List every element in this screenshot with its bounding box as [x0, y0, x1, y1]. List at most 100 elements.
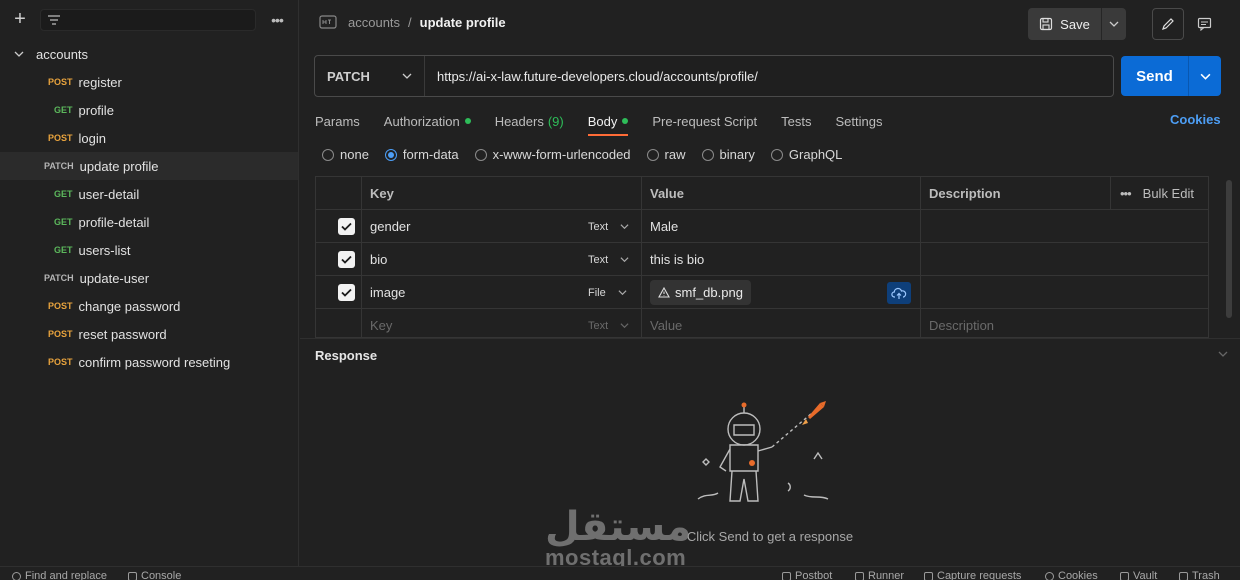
sidebar-item-users-list[interactable]: GET users-list	[0, 236, 298, 264]
radio-binary[interactable]: binary	[701, 147, 755, 162]
send-options-button[interactable]	[1189, 56, 1221, 96]
capture-requests-button[interactable]: Capture requests	[924, 570, 1021, 580]
comment-icon	[1197, 17, 1211, 31]
method-badge: GET	[54, 217, 73, 227]
cookies-link[interactable]: Cookies	[1170, 112, 1221, 127]
request-header: accounts / update profile Save	[300, 0, 1240, 48]
add-icon[interactable]: +	[10, 9, 30, 30]
form-data-table: Key Value Description ••• Bulk Edit gend…	[315, 176, 1209, 338]
row-checkbox[interactable]	[338, 276, 355, 309]
row-checkbox[interactable]	[338, 243, 355, 276]
tab-label: Tests	[781, 113, 812, 129]
save-button-group: Save	[1028, 8, 1126, 40]
radio-form-data[interactable]: form-data	[384, 147, 459, 162]
save-options-button[interactable]	[1102, 8, 1126, 40]
request-name: confirm password reseting	[78, 354, 231, 370]
tab-headers[interactable]: Headers (9)	[495, 108, 564, 134]
watermark-arabic: مستقل	[545, 504, 692, 550]
postbot-button[interactable]: Postbot	[782, 570, 832, 580]
sidebar-item-profile[interactable]: GET profile	[0, 96, 298, 124]
sidebar-item-user-detail[interactable]: GET user-detail	[0, 180, 298, 208]
type-value: File	[588, 286, 606, 299]
chevron-down-icon[interactable]	[1218, 349, 1228, 359]
trash-button[interactable]: Trash	[1179, 570, 1220, 580]
file-value[interactable]: smf_db.png	[650, 276, 751, 309]
more-options-icon[interactable]: •••	[266, 12, 288, 28]
filter-input[interactable]	[40, 9, 256, 31]
radio-none[interactable]: none	[322, 147, 369, 162]
radio-x-www-form-urlencoded[interactable]: x-www-form-urlencoded	[474, 147, 631, 162]
astronaut-illustration-icon	[697, 401, 829, 502]
method-value: PATCH	[327, 68, 370, 84]
more-options-icon[interactable]: •••	[1120, 186, 1132, 201]
breadcrumb-parent[interactable]: accounts	[348, 15, 400, 30]
tab-tests[interactable]: Tests	[781, 108, 811, 134]
radio-circle	[322, 148, 334, 161]
sidebar-item-reset-password[interactable]: POST reset password	[0, 320, 298, 348]
sidebar-item-login[interactable]: POST login	[0, 124, 298, 152]
edit-button[interactable]	[1152, 8, 1184, 40]
filter-icon	[48, 15, 60, 25]
radio-raw[interactable]: raw	[646, 147, 686, 162]
tab-authorization[interactable]: Authorization	[384, 108, 471, 134]
trash-label: Trash	[1192, 570, 1220, 580]
breadcrumb-current[interactable]: update profile	[420, 15, 506, 30]
http-icon	[319, 15, 337, 29]
value-field[interactable]: this is bio	[650, 243, 704, 276]
collection-folder[interactable]: accounts	[0, 40, 298, 68]
file-chip[interactable]: smf_db.png	[650, 280, 751, 305]
send-button[interactable]: Send	[1121, 56, 1189, 96]
sidebar-item-update-profile[interactable]: PATCH update profile	[0, 152, 298, 180]
method-badge: POST	[48, 133, 73, 143]
sidebar-item-profile-detail[interactable]: GET profile-detail	[0, 208, 298, 236]
tab-pre-request-script[interactable]: Pre-request Script	[652, 108, 757, 134]
method-badge: POST	[48, 329, 73, 339]
row-checkbox[interactable]	[338, 210, 355, 243]
tab-label: Headers	[494, 113, 544, 129]
type-select[interactable]: File	[588, 276, 627, 309]
key-field[interactable]: bio	[370, 243, 387, 276]
save-button[interactable]: Save	[1028, 8, 1102, 40]
status-dot	[622, 118, 629, 124]
key-field[interactable]: image	[370, 276, 405, 309]
request-name: change password	[78, 298, 181, 314]
sidebar-item-update-user[interactable]: PATCH update-user	[0, 264, 298, 292]
tab-settings[interactable]: Settings	[835, 108, 882, 134]
radio-circle	[474, 148, 487, 161]
bulk-edit-button[interactable]: ••• Bulk Edit	[1120, 177, 1194, 210]
cookies-button[interactable]: Cookies	[1045, 570, 1098, 580]
search-icon	[12, 571, 21, 580]
tab-body[interactable]: Body	[587, 108, 629, 136]
radio-graphql[interactable]: GraphQL	[770, 147, 842, 162]
scrollbar[interactable]	[1226, 180, 1232, 318]
upload-button[interactable]	[887, 276, 911, 309]
comments-button[interactable]	[1188, 8, 1220, 40]
empty-response-message: Click Send to get a response	[686, 529, 854, 544]
key-field[interactable]: gender	[370, 210, 410, 243]
find-replace-button[interactable]: Find and replace	[12, 570, 107, 580]
type-select[interactable]: Text	[588, 210, 629, 243]
request-name: reset password	[78, 326, 167, 342]
table-row: image File smf_db.png	[316, 276, 1208, 309]
tab-params[interactable]: Params	[315, 108, 360, 134]
request-name: register	[78, 74, 122, 90]
radio-label: binary	[719, 147, 755, 162]
tab-label: Params	[315, 113, 360, 129]
cloud-upload-icon	[887, 281, 911, 304]
sidebar-item-register[interactable]: POST register	[0, 68, 298, 96]
table-row: gender Text Male	[316, 210, 1208, 243]
url-input[interactable]: https://ai-x-law.future-developers.cloud…	[425, 69, 758, 84]
sidebar-toolbar: + •••	[0, 0, 298, 40]
find-replace-label: Find and replace	[25, 570, 107, 580]
runner-button[interactable]: Runner	[855, 570, 904, 580]
value-field[interactable]: Male	[650, 210, 678, 243]
type-value: Text	[588, 253, 609, 266]
method-select[interactable]: PATCH	[315, 56, 425, 96]
send-button-group: Send	[1121, 56, 1221, 96]
vault-button[interactable]: Vault	[1120, 570, 1157, 580]
console-button[interactable]: Console	[128, 570, 181, 580]
type-select[interactable]: Text	[588, 243, 629, 276]
vault-label: Vault	[1133, 570, 1158, 580]
sidebar-item-change-password[interactable]: POST change password	[0, 292, 298, 320]
sidebar-item-confirm-password-reseting[interactable]: POST confirm password reseting	[0, 348, 298, 376]
